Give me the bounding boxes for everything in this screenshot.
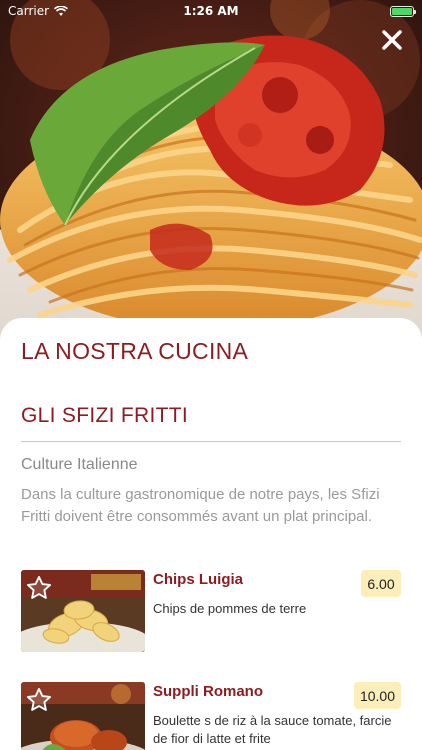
section-title: GLI SFIZI FRITTI xyxy=(21,404,188,427)
hero-image xyxy=(0,0,422,345)
status-time: 1:26 AM xyxy=(183,4,239,18)
price-badge: 10.00 xyxy=(353,682,401,709)
status-bar: Carrier 1:26 AM xyxy=(0,0,422,22)
fried-rice-balls-photo xyxy=(21,682,145,750)
divider xyxy=(21,441,401,442)
close-icon xyxy=(382,30,402,50)
item-name: Chips Luigia xyxy=(153,571,243,588)
potato-chips-photo xyxy=(21,570,145,652)
item-name: Suppli Romano xyxy=(153,683,263,700)
favorite-button[interactable] xyxy=(25,574,53,602)
battery-level xyxy=(392,7,412,15)
favorite-button[interactable] xyxy=(25,686,53,714)
price-badge: 6.00 xyxy=(361,570,401,597)
menu-item[interactable]: Suppli Romano Boulette s de riz à la sau… xyxy=(21,682,401,750)
star-outline-icon xyxy=(26,575,52,599)
star-outline-icon xyxy=(26,687,52,711)
menu-item[interactable]: Chips Luigia Chips de pommes de terre 6.… xyxy=(21,570,401,652)
culture-title: Culture Italienne xyxy=(21,456,138,473)
content-sheet: LA NOSTRA CUCINA GLI SFIZI FRITTI Cultur… xyxy=(0,318,422,750)
page-title: LA NOSTRA CUCINA xyxy=(21,338,249,364)
battery-icon xyxy=(390,5,416,17)
culture-description: Dans la culture gastronomique de notre p… xyxy=(21,486,380,525)
item-description: Chips de pommes de terre xyxy=(153,601,307,616)
item-description: Boulette s de riz à la sauce tomate, far… xyxy=(153,713,392,746)
close-button[interactable] xyxy=(380,28,404,52)
